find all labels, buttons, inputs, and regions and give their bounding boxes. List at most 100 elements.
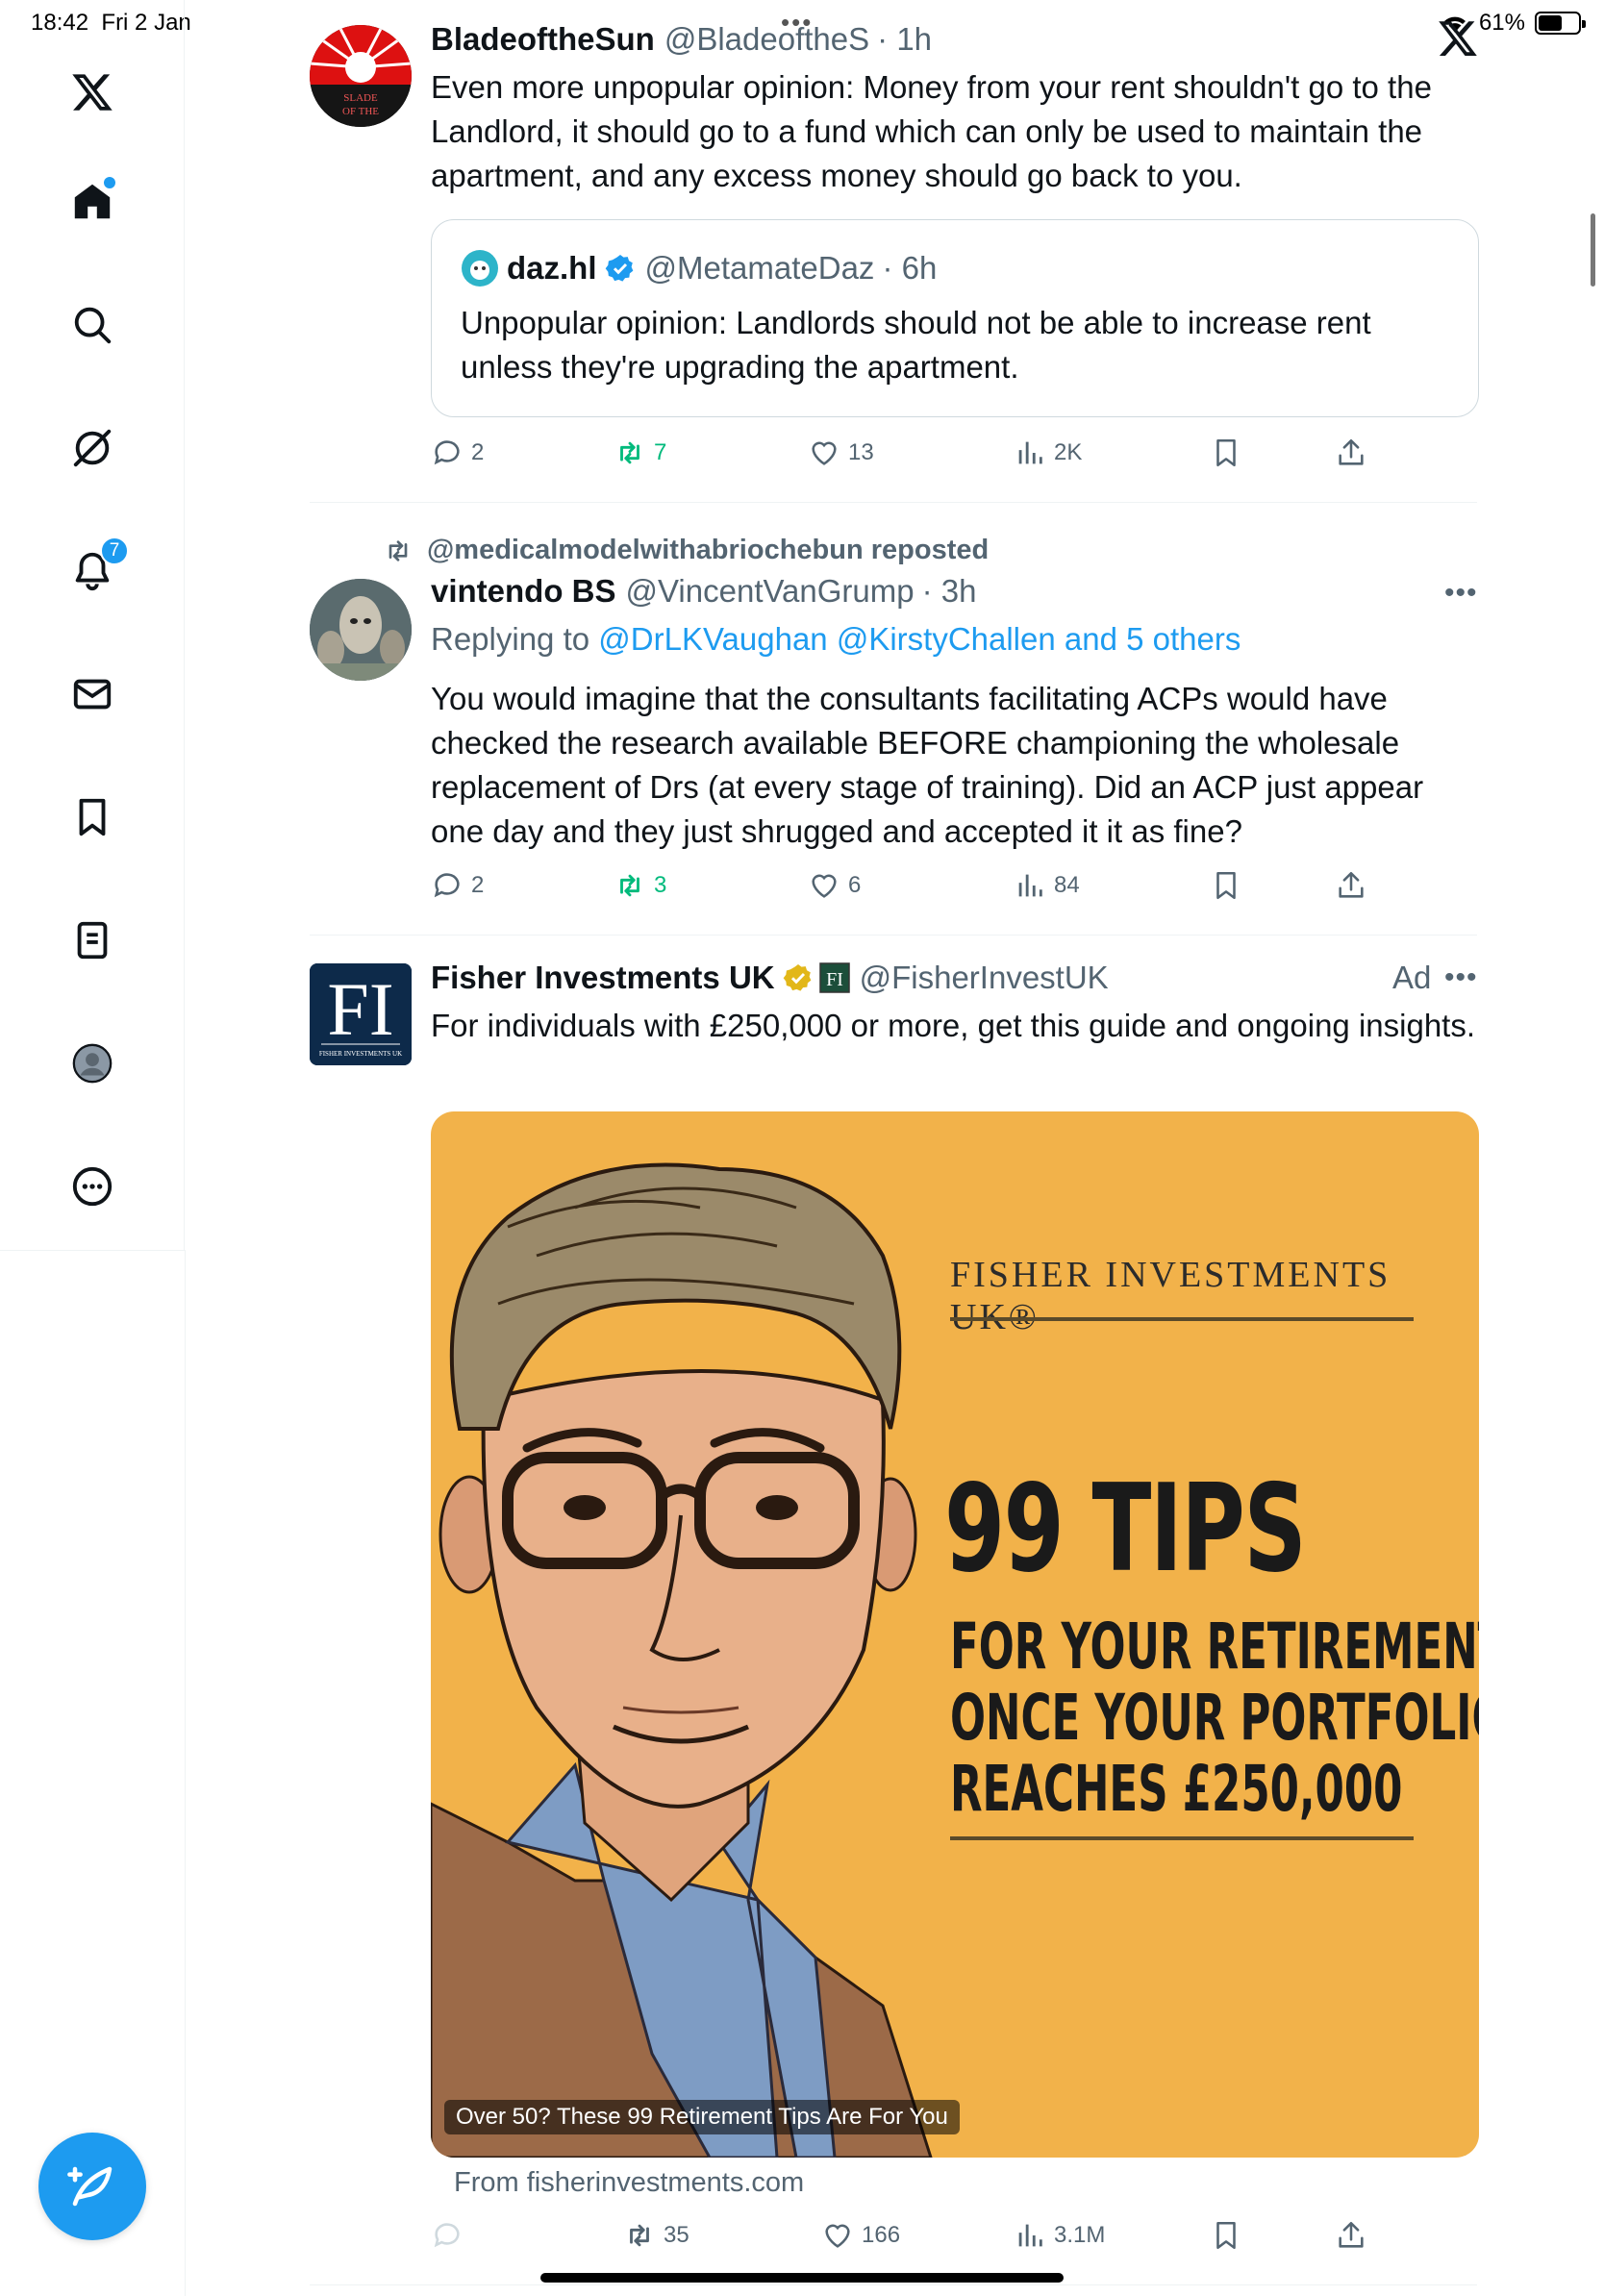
x-logo-button[interactable] [67, 67, 117, 117]
repost-icon [630, 2224, 649, 2247]
nav-grok[interactable] [67, 423, 117, 473]
grok-icon [73, 429, 112, 467]
nav-messages[interactable] [67, 669, 117, 719]
like-count: 13 [848, 439, 874, 465]
ad-rule-top [950, 1317, 1414, 1321]
avatar-fi-subtext: FISHER INVESTMENTS UK [319, 1050, 402, 1058]
quote-header: daz.hl @MetamateDaz · 6h [461, 249, 937, 287]
reply-icon [434, 2223, 460, 2248]
avatar[interactable] [310, 579, 412, 681]
reply-count: 2 [471, 439, 485, 465]
bookmark-icon [79, 798, 106, 836]
home-indicator[interactable] [540, 2273, 1064, 2283]
ad-subline: FOR YOUR RETIREMENT [950, 1610, 1479, 1684]
battery-percent: 61% [1478, 10, 1525, 36]
avatar[interactable]: SLADE OF THE [310, 25, 412, 127]
sidebar-separator [0, 1250, 185, 1251]
heart-icon [812, 441, 837, 465]
share-button[interactable] [1335, 869, 1367, 902]
avatar-fi-text: FI [327, 967, 393, 1051]
repost-button[interactable]: 7 [614, 437, 666, 469]
like-button[interactable]: 166 [821, 2219, 900, 2252]
illustrated-man-portrait [431, 1162, 933, 2158]
reply-count: 2 [471, 872, 485, 898]
compose-feather-icon [67, 2166, 113, 2207]
ad-source-link[interactable]: From fisherinvestments.com [454, 2167, 804, 2199]
tweet-more-button[interactable]: ••• [1444, 961, 1478, 994]
nav-notifications[interactable]: 7 [67, 537, 129, 596]
replying-prefix: Replying to [431, 621, 590, 657]
nav-home[interactable] [67, 177, 117, 227]
avatar[interactable]: FI FISHER INVESTMENTS UK [310, 963, 412, 1065]
tweet-more-button[interactable]: ••• [1444, 577, 1478, 610]
nav-bookmarks[interactable] [67, 792, 117, 842]
repost-count: 35 [664, 2222, 689, 2248]
scrollbar[interactable] [1591, 213, 1595, 287]
views-icon [1018, 441, 1042, 464]
author-name[interactable]: vintendo BS [431, 573, 616, 610]
tweet-divider [310, 935, 1477, 936]
bookmark-icon [1216, 871, 1236, 900]
tweet-header: Fisher Investments UK FI @FisherInvestUK [431, 960, 1109, 996]
views-count: 3.1M [1054, 2222, 1106, 2248]
svg-text:OF THE: OF THE [342, 106, 379, 117]
repost-button[interactable]: 35 [623, 2219, 689, 2252]
tweet-header: vintendo BS @VincentVanGrump · 3h [431, 573, 976, 610]
repost-icon [388, 539, 408, 562]
quote-author-handle: @MetamateDaz [644, 250, 875, 286]
author-handle[interactable]: @BladeoftheS [664, 21, 869, 58]
bookmark-button[interactable] [1210, 2219, 1242, 2252]
author-name[interactable]: BladeoftheSun [431, 21, 655, 58]
repost-count: 7 [654, 439, 667, 465]
home-unread-dot [104, 177, 115, 188]
tweet-time: · 3h [921, 573, 977, 609]
compose-button[interactable] [38, 2133, 146, 2240]
tweet-text: For individuals with £250,000 or more, g… [431, 1008, 1476, 1043]
more-circle-icon [72, 1166, 113, 1207]
author-handle[interactable]: @VincentVanGrump [626, 573, 915, 610]
heart-icon [812, 874, 837, 898]
list-icon [77, 921, 108, 960]
quoted-tweet[interactable]: daz.hl @MetamateDaz · 6h Unpopular opini… [431, 219, 1479, 417]
views-button[interactable]: 84 [1014, 869, 1080, 902]
like-button[interactable]: 13 [808, 437, 874, 469]
like-button[interactable]: 6 [808, 869, 861, 902]
author-handle[interactable]: @FisherInvestUK [860, 960, 1109, 996]
repost-count: 3 [654, 872, 667, 898]
views-button[interactable]: 3.1M [1014, 2219, 1105, 2252]
reply-icon [434, 873, 460, 898]
share-button[interactable] [1335, 437, 1367, 469]
repost-by-label[interactable]: @medicalmodelwithabriochebun reposted [427, 535, 989, 566]
replying-to: Replying to @DrLKVaughan @KirstyChallen … [431, 621, 1241, 658]
tweet-divider [310, 502, 1477, 503]
nav-profile[interactable] [67, 1038, 117, 1088]
views-button[interactable]: 2K [1014, 437, 1082, 469]
nav-search[interactable] [67, 300, 117, 350]
repost-button[interactable]: 3 [614, 869, 666, 902]
x-logo-icon [1439, 21, 1477, 56]
reply-button[interactable]: 2 [431, 437, 484, 469]
views-icon [1018, 2224, 1042, 2247]
ad-label: Ad [1392, 960, 1432, 995]
ad-caption: Over 50? These 99 Retirement Tips Are Fo… [444, 2100, 960, 2134]
nav-lists[interactable] [67, 915, 117, 965]
bookmark-button[interactable] [1210, 437, 1242, 469]
ad-headline: 99 TIPS [944, 1458, 1307, 1599]
bookmark-button[interactable] [1210, 869, 1242, 902]
heart-icon [825, 2224, 850, 2248]
reply-button[interactable] [431, 2219, 464, 2252]
share-button[interactable] [1335, 2219, 1367, 2252]
like-count: 6 [848, 872, 862, 898]
ad-image[interactable]: FISHER INVESTMENTS UK® 99 TIPS FOR YOUR … [431, 1111, 1479, 2158]
quote-author-name: daz.hl [507, 250, 597, 286]
svg-text:SLADE: SLADE [343, 92, 378, 104]
ad-rule-bottom [950, 1836, 1414, 1840]
tweet-time: · 1h [877, 21, 933, 57]
tweet-text: You would imagine that the consultants f… [431, 681, 1424, 849]
verified-badge-icon [605, 255, 633, 282]
nav-more[interactable] [67, 1161, 117, 1211]
replying-to-links[interactable]: @DrLKVaughan @KirstyChallen and 5 others [598, 621, 1241, 657]
affiliate-logo-icon: FI [818, 962, 850, 993]
reply-button[interactable]: 2 [431, 869, 484, 902]
author-name[interactable]: Fisher Investments UK [431, 960, 775, 996]
